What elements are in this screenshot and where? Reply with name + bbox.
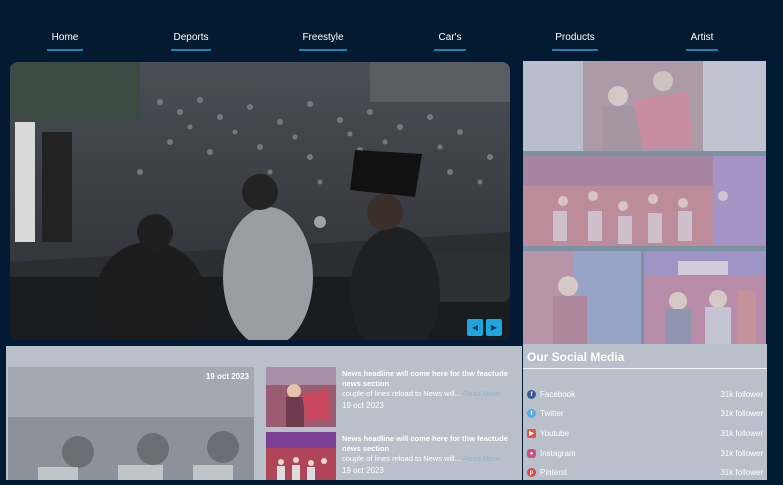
social-name: Facebook xyxy=(540,390,576,399)
social-link-instagram[interactable]: ● Instagram 31k follower xyxy=(527,448,767,462)
youtube-icon: ▶ xyxy=(527,429,536,438)
read-more-link[interactable]: Read More xyxy=(463,454,500,463)
nav-freestyle-label: Freestyle xyxy=(302,32,344,43)
social-count: 31k follower xyxy=(720,429,763,438)
news-excerpt: couple of lines reload to News will... xyxy=(342,454,461,463)
social-link-pinterest[interactable]: p Pinterst 31k follower xyxy=(527,467,767,481)
photo-gallery xyxy=(523,61,766,344)
social-link-twitter[interactable]: t Twitter 31k follower xyxy=(527,408,767,422)
nav-cars[interactable]: Car's xyxy=(434,32,466,51)
news-item[interactable]: News headline will come here for thw fea… xyxy=(266,432,516,480)
nav-underline xyxy=(434,49,466,51)
chevron-left-icon: ◀ xyxy=(471,323,479,332)
hero-prev-button[interactable]: ◀ xyxy=(467,319,483,336)
social-link-youtube[interactable]: ▶ Youtube 31k follower xyxy=(527,428,767,442)
concert-stage-photo xyxy=(10,62,510,340)
nav-home-label: Home xyxy=(51,32,79,43)
news-text: News headline will come here for thw fea… xyxy=(342,369,516,411)
social-count: 31k follower xyxy=(720,409,763,418)
facebook-icon: f xyxy=(527,390,536,399)
news-thumbnail xyxy=(266,367,336,427)
nav-home[interactable]: Home xyxy=(47,32,83,51)
social-divider xyxy=(523,368,767,369)
read-more-link[interactable]: Read More xyxy=(463,389,500,398)
nav-freestyle[interactable]: Freestyle xyxy=(299,32,347,51)
news-headline: News headline will come here for thw fea… xyxy=(342,434,508,453)
social-name: Twitter xyxy=(540,409,564,418)
news-excerpt: couple of lines reload to News will... xyxy=(342,389,461,398)
nav-underline xyxy=(552,49,598,51)
nav-artist[interactable]: Artist xyxy=(686,32,718,51)
nav-underline xyxy=(47,49,83,51)
social-count: 31k follower xyxy=(720,468,763,477)
nav-deports[interactable]: Deports xyxy=(170,32,212,51)
social-title: Our Social Media xyxy=(527,350,625,364)
news-date: 19 oct 2023 xyxy=(342,401,384,410)
featured-news-photo xyxy=(8,367,254,480)
hero-next-button[interactable]: ▶ xyxy=(486,319,502,336)
nav-artist-label: Artist xyxy=(690,32,714,43)
news-excerpt-line: couple of lines reload to News will... R… xyxy=(342,389,516,399)
chevron-right-icon: ▶ xyxy=(490,323,498,332)
nav-products-label: Products xyxy=(555,32,595,43)
pinterest-icon: p xyxy=(527,468,536,477)
news-text: News headline will come here for thw fea… xyxy=(342,434,516,476)
social-name: Pinterst xyxy=(540,468,568,477)
social-name: Instagram xyxy=(540,449,576,458)
social-count: 31k follower xyxy=(720,449,763,458)
news-date: 19 oct 2023 xyxy=(342,466,384,475)
nav-underline xyxy=(171,49,211,51)
social-media-panel: Our Social Media f Facebook 31k follower… xyxy=(523,344,767,480)
nav-cars-label: Car's xyxy=(438,32,462,43)
nav-deports-label: Deports xyxy=(173,32,209,43)
featured-news-date: 19 oct 2023 xyxy=(205,372,249,381)
twitter-icon: t xyxy=(527,409,536,418)
nav-underline xyxy=(299,49,347,51)
gallery-overlay xyxy=(523,61,766,344)
nav-products[interactable]: Products xyxy=(552,32,598,51)
featured-news-card[interactable]: 19 oct 2023 xyxy=(8,367,254,480)
news-thumbnail xyxy=(266,432,336,480)
top-nav: Home Deports Freestyle Car's Products Ar… xyxy=(0,0,783,58)
news-item[interactable]: News headline will come here for thw fea… xyxy=(266,367,516,429)
nav-underline xyxy=(686,49,718,51)
social-link-facebook[interactable]: f Facebook 31k follower xyxy=(527,389,767,403)
hero-banner-image xyxy=(10,62,510,340)
news-headline: News headline will come here for thw fea… xyxy=(342,369,508,388)
news-section: 19 oct 2023 News headline will come here… xyxy=(6,346,522,480)
social-count: 31k follower xyxy=(720,390,763,399)
instagram-icon: ● xyxy=(527,449,536,458)
news-excerpt-line: couple of lines reload to News will... R… xyxy=(342,454,516,464)
social-name: Youtube xyxy=(540,429,570,438)
